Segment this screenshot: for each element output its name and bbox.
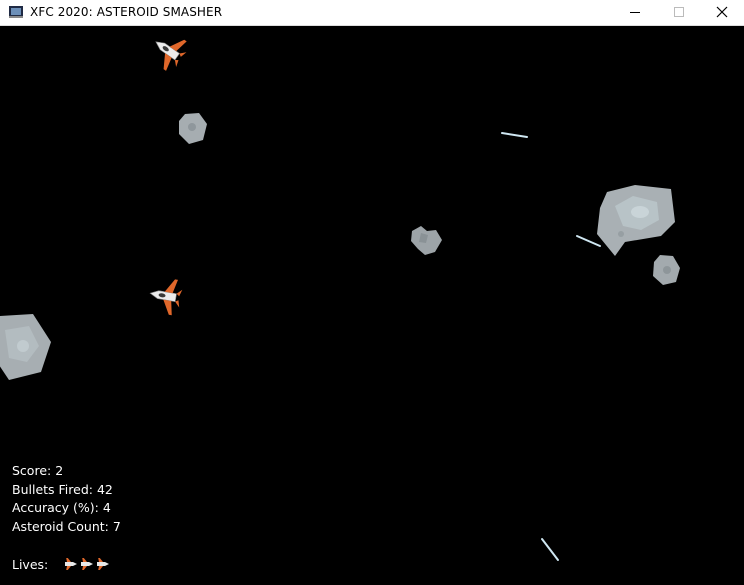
asteroid-medium [0,314,51,380]
game-canvas[interactable]: Score: 2 Bullets Fired: 42 Accuracy (%):… [0,26,743,584]
spaceship-sprite [149,279,183,316]
window-titlebar[interactable]: XFC 2020: ASTEROID SMASHER [0,0,744,26]
asteroid-small [653,255,680,285]
asteroid-small [179,113,207,144]
spaceship-sprite [155,39,187,71]
bullet [576,235,601,247]
life-ship-icon [81,557,94,571]
asteroid-count-value: 7 [112,519,121,534]
minimize-button[interactable] [613,0,657,25]
asteroid-small [411,226,442,255]
score-value: 2 [55,463,64,478]
bullet [501,132,528,138]
life-ship-icon [97,557,110,571]
hud-accuracy: Accuracy (%): 4 [12,500,111,515]
close-icon [716,6,728,18]
maximize-icon [674,7,684,17]
bullet [541,538,559,561]
life-ship-icon [65,557,78,571]
bullets-fired-label: Bullets Fired: [12,482,93,497]
bullets-fired-value: 42 [96,482,113,497]
hud-asteroid-count: Asteroid Count: 7 [12,519,121,534]
hud-lives: Lives: [12,557,110,573]
accuracy-value: 4 [102,500,111,515]
minimize-icon [630,12,640,13]
lives-icons [62,557,110,573]
close-button[interactable] [700,0,744,25]
hud-bullets-fired: Bullets Fired: 42 [12,482,113,497]
accuracy-label: Accuracy (%): [12,500,99,515]
app-icon [9,6,23,18]
asteroid-count-label: Asteroid Count: [12,519,109,534]
lives-label: Lives: [12,557,49,572]
maximize-button[interactable] [657,0,701,25]
window-title: XFC 2020: ASTEROID SMASHER [30,5,223,19]
score-label: Score: [12,463,52,478]
asteroid-large [597,185,675,256]
hud-score: Score: 2 [12,463,63,478]
